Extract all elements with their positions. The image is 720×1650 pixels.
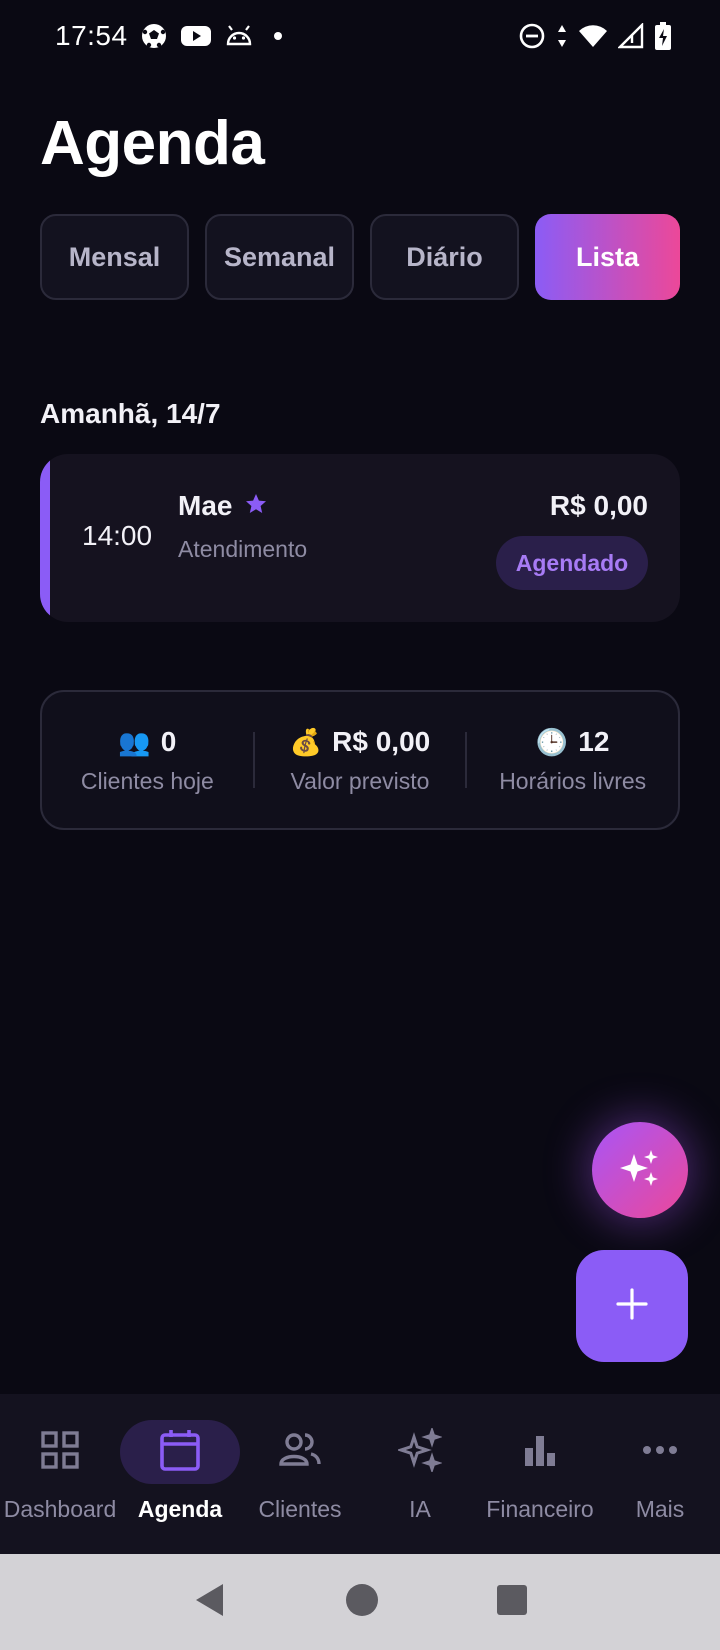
- section-date-heading: Amanhã, 14/7: [40, 398, 221, 429]
- sparkles-icon: [396, 1425, 443, 1477]
- appointment-time: 14:00: [82, 520, 153, 551]
- status-right: [518, 21, 672, 51]
- grid-icon: [40, 1430, 80, 1475]
- cell-signal-icon: [618, 23, 644, 49]
- add-appointment-button[interactable]: [576, 1250, 688, 1362]
- clock-emoji-icon: 🕒: [535, 726, 569, 757]
- sparkles-icon: [618, 1146, 662, 1195]
- stat-label: Valor previsto: [290, 767, 430, 794]
- wifi-icon: [578, 23, 608, 49]
- nav-label: Mais: [635, 1496, 685, 1522]
- status-badge: Agendado: [496, 536, 648, 590]
- tab-mensal[interactable]: Mensal: [40, 214, 189, 300]
- calendar-icon: [159, 1428, 201, 1477]
- stats-card: 👥 0 Clientes hoje 💰 R$ 0,00 Valor previs…: [40, 690, 680, 830]
- more-icon: [642, 1443, 678, 1461]
- nav-icon-container: [360, 1420, 480, 1484]
- system-navigation-bar: [0, 1554, 720, 1650]
- battery-charging-icon: [654, 21, 672, 51]
- appointment-price: R$ 0,00: [549, 490, 648, 521]
- stat-label: Clientes hoje: [80, 767, 214, 794]
- status-time: 17:54: [55, 20, 128, 51]
- tab-lista[interactable]: Lista: [535, 214, 680, 300]
- soccer-ball-icon: [140, 22, 168, 50]
- nav-icon-container: [240, 1420, 360, 1484]
- notification-dot-icon: [266, 24, 290, 48]
- nav-label: Dashboard: [3, 1496, 117, 1522]
- stat-valor-previsto: 💰 R$ 0,00 Valor previsto: [255, 726, 466, 795]
- appointment-card[interactable]: 14:00 Mae Atendimento R$ 0,00 Agendado: [40, 454, 680, 622]
- plus-icon: [614, 1286, 650, 1327]
- people-icon: [278, 1430, 322, 1475]
- nav-label: Clientes: [258, 1496, 342, 1522]
- stat-value-row: 🕒 12: [536, 726, 610, 758]
- nav-label: IA: [409, 1496, 431, 1522]
- nav-icon-container: [600, 1420, 720, 1484]
- nav-label: Financeiro: [486, 1496, 594, 1522]
- nav-item-clientes[interactable]: Clientes: [240, 1394, 360, 1554]
- back-icon[interactable]: [193, 1582, 227, 1623]
- appointment-client-name: Mae: [178, 490, 233, 521]
- bar-chart-icon: [522, 1432, 558, 1473]
- status-bar: 17:54: [0, 0, 720, 72]
- nav-label: Agenda: [137, 1496, 223, 1522]
- nav-item-mais[interactable]: Mais: [600, 1394, 720, 1554]
- stat-value-row: 👥 0: [118, 726, 176, 758]
- nav-icon-container: [120, 1420, 240, 1484]
- data-arrows-icon: [556, 22, 568, 50]
- tab-diario[interactable]: Diário: [370, 214, 519, 300]
- people-emoji-icon: 👥: [118, 726, 151, 757]
- home-icon[interactable]: [345, 1583, 379, 1622]
- nav-item-dashboard[interactable]: Dashboard: [0, 1394, 120, 1554]
- recents-icon[interactable]: [497, 1584, 527, 1620]
- stat-value-row: 💰 R$ 0,00: [290, 726, 430, 758]
- nav-item-agenda[interactable]: Agenda: [120, 1394, 240, 1554]
- stat-label: Horários livres: [499, 767, 647, 794]
- star-icon: [244, 492, 268, 521]
- stat-horarios-livres: 🕒 12 Horários livres: [467, 726, 678, 795]
- appointment-name-row: Mae: [178, 490, 268, 522]
- appointment-accent-bar: [40, 454, 50, 622]
- tab-semanal[interactable]: Semanal: [205, 214, 354, 300]
- page-title: Agenda: [40, 109, 265, 178]
- nav-icon-container: [480, 1420, 600, 1484]
- youtube-icon: [180, 24, 212, 48]
- bottom-navigation: Dashboard Agenda Clientes IA Financeiro …: [0, 1394, 720, 1554]
- status-left: 17:54: [55, 20, 290, 52]
- stat-value: 12: [578, 725, 610, 757]
- nav-icon-container: [0, 1420, 120, 1484]
- nav-item-financeiro[interactable]: Financeiro: [480, 1394, 600, 1554]
- money-bag-emoji-icon: 💰: [289, 726, 323, 757]
- ai-assistant-button[interactable]: [592, 1122, 688, 1218]
- nav-item-ia[interactable]: IA: [360, 1394, 480, 1554]
- stat-clientes-hoje: 👥 0 Clientes hoje: [42, 726, 253, 795]
- do-not-disturb-icon: [518, 22, 546, 50]
- stat-value: R$ 0,00: [332, 725, 431, 757]
- stat-value: 0: [160, 725, 177, 757]
- appointment-service: Atendimento: [178, 536, 308, 562]
- view-tabs: Mensal Semanal Diário Lista: [40, 214, 680, 300]
- android-icon: [224, 24, 254, 48]
